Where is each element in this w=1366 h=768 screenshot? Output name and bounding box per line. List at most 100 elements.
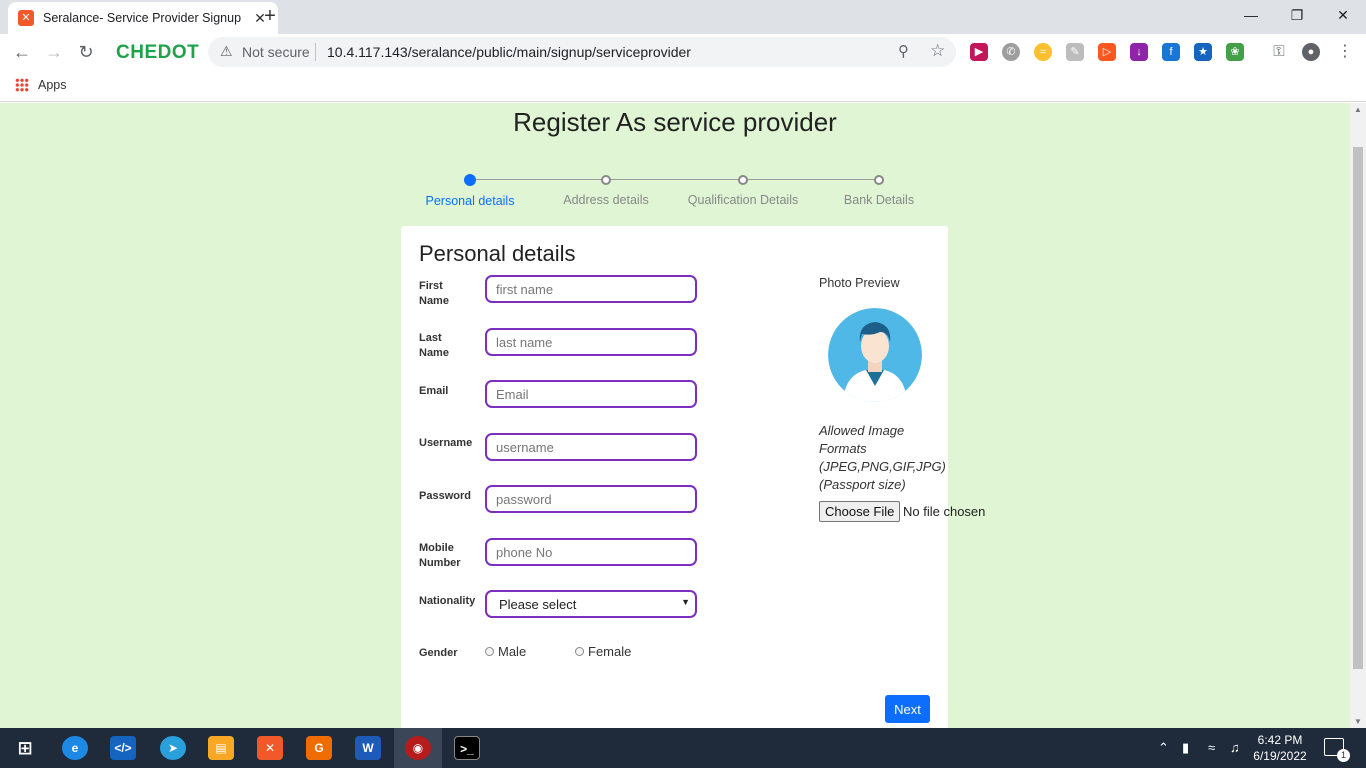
- first-name-input[interactable]: [485, 275, 697, 303]
- next-button[interactable]: Next: [885, 695, 930, 723]
- facebook-icon[interactable]: f: [1162, 43, 1180, 61]
- last-name-input[interactable]: [485, 328, 697, 356]
- apps-bookmark[interactable]: Apps: [38, 78, 67, 92]
- download-icon[interactable]: ↓: [1130, 43, 1148, 61]
- edge-icon[interactable]: e: [62, 736, 88, 760]
- chatgpt-icon[interactable]: ❀: [1226, 43, 1244, 61]
- step-dot-icon: [464, 174, 476, 186]
- browser-toolbar: ← → ↻ CHEDOT ⚠ Not secure 10.4.117.143/s…: [0, 34, 1366, 70]
- step-dot-icon: [738, 175, 748, 185]
- email-label: Email: [419, 385, 449, 397]
- dropdown-caret-icon: ▼: [681, 597, 690, 607]
- word-icon[interactable]: W: [355, 736, 381, 760]
- volume-icon[interactable]: ♫: [1230, 740, 1240, 755]
- user-avatar-icon: [828, 308, 922, 402]
- step-bank-details[interactable]: Bank Details: [809, 171, 949, 207]
- email-input[interactable]: [485, 380, 697, 408]
- back-icon[interactable]: ←: [10, 40, 34, 64]
- scroll-down-icon[interactable]: ▼: [1354, 717, 1362, 726]
- tab-title: Seralance- Service Provider Signup: [43, 11, 242, 25]
- apps-grid-icon[interactable]: [15, 78, 29, 92]
- address-divider: [315, 43, 316, 61]
- notification-center-icon[interactable]: 1: [1324, 738, 1350, 762]
- battery-icon[interactable]: ▮: [1182, 740, 1189, 756]
- video-icon[interactable]: ▷: [1098, 43, 1116, 61]
- page-viewport: Register As service provider Personal de…: [0, 103, 1366, 728]
- chedot-browser-icon[interactable]: ◉: [405, 736, 431, 760]
- clock-date: 6/19/2022: [1253, 749, 1307, 763]
- nationality-value: Please select: [499, 597, 577, 612]
- bookmarks-bar: Apps: [0, 70, 1366, 102]
- terminal-icon[interactable]: >_: [454, 736, 480, 760]
- bookmark-star-icon[interactable]: ☆: [930, 41, 945, 61]
- step-qualification-details[interactable]: Qualification Details: [673, 171, 813, 207]
- scrollbar-thumb[interactable]: [1353, 147, 1363, 669]
- file-explorer-icon[interactable]: ▤: [208, 736, 234, 760]
- restore-icon[interactable]: ❐: [1274, 0, 1320, 30]
- phone-input[interactable]: [485, 538, 697, 566]
- password-label: Password: [419, 490, 471, 502]
- step-label: Address details: [563, 193, 649, 207]
- last-name-label: Last Name: [419, 332, 449, 359]
- gender-label: Gender: [419, 647, 458, 659]
- browser-tab[interactable]: ✕ Seralance- Service Provider Signup ✕: [8, 2, 278, 34]
- browser-brand-logo: CHEDOT: [116, 42, 200, 63]
- form-heading: Personal details: [419, 241, 576, 266]
- whatsapp-icon[interactable]: ✆: [1002, 43, 1020, 61]
- address-bar[interactable]: ⚠ Not secure 10.4.117.143/seralance/publ…: [208, 37, 956, 67]
- gender-male-radio[interactable]: [485, 647, 494, 656]
- allowed-formats-text: Allowed Image Formats (JPEG,PNG,GIF,JPG)…: [819, 423, 946, 492]
- extension-icon[interactable]: ✎: [1066, 43, 1084, 61]
- page-scrollbar[interactable]: ▲ ▼: [1350, 103, 1366, 728]
- browser-titlebar: ✕ Seralance- Service Provider Signup ✕ +…: [0, 0, 1366, 34]
- tray-expand-icon[interactable]: ⌃: [1158, 740, 1169, 756]
- progress-stepper: Personal details Address details Qualifi…: [400, 171, 948, 211]
- reload-icon[interactable]: ↻: [74, 40, 98, 64]
- windows-taskbar: ⊞ e </> ➤ ▤ ✕ G W ◉ >_ ⌃ ▮ ≈ ♫ 6:42 PM 6…: [0, 728, 1366, 768]
- window-close-icon[interactable]: ✕: [1320, 0, 1366, 30]
- gender-female-label[interactable]: Female: [588, 644, 631, 659]
- messenger-icon[interactable]: ≈: [1034, 43, 1052, 61]
- new-tab-button[interactable]: +: [260, 6, 280, 28]
- telegram-icon[interactable]: ➤: [160, 736, 186, 760]
- password-input[interactable]: [485, 485, 697, 513]
- profile-avatar-icon[interactable]: ●: [1302, 43, 1320, 61]
- first-name-label: First Name: [419, 280, 449, 307]
- system-clock[interactable]: 6:42 PM 6/19/2022: [1252, 732, 1308, 764]
- xampp-icon[interactable]: ✕: [257, 736, 283, 760]
- choose-file-button[interactable]: Choose File: [819, 501, 901, 522]
- media-extension-icon[interactable]: ▶: [970, 43, 988, 61]
- security-label[interactable]: Not secure: [242, 44, 310, 60]
- warning-icon[interactable]: ⚠: [220, 43, 233, 60]
- nationality-label: Nationality: [419, 595, 476, 607]
- xampp-favicon-icon: ✕: [18, 10, 34, 26]
- clock-time: 6:42 PM: [1257, 733, 1303, 747]
- url-text[interactable]: 10.4.117.143/seralance/public/main/signu…: [327, 44, 691, 60]
- username-input[interactable]: [485, 433, 697, 461]
- windows-start-icon[interactable]: ⊞: [12, 736, 38, 760]
- no-file-chosen-text: No file chosen: [903, 504, 986, 519]
- scroll-up-icon[interactable]: ▲: [1354, 105, 1362, 114]
- key-icon[interactable]: ⚿: [1270, 43, 1288, 61]
- nationality-select[interactable]: Please select ▼: [485, 590, 697, 618]
- pdf-app-icon[interactable]: G: [306, 736, 332, 760]
- step-label: Personal details: [425, 194, 515, 208]
- gender-male-label[interactable]: Male: [498, 644, 526, 659]
- wifi-icon[interactable]: ≈: [1208, 740, 1215, 755]
- menu-icon[interactable]: ⋮: [1336, 43, 1354, 61]
- step-dot-icon: [874, 175, 884, 185]
- personal-details-card: Personal details First Name Last Name Em…: [401, 226, 985, 728]
- notification-count: 1: [1337, 749, 1350, 762]
- step-dot-icon: [601, 175, 611, 185]
- vscode-icon[interactable]: </>: [110, 736, 136, 760]
- step-label: Qualification Details: [687, 193, 799, 207]
- page-title: Register As service provider: [513, 107, 837, 137]
- forward-icon[interactable]: →: [42, 40, 66, 64]
- step-address-details[interactable]: Address details: [536, 171, 676, 207]
- step-personal-details[interactable]: Personal details: [400, 171, 540, 208]
- app-store-icon[interactable]: ★: [1194, 43, 1212, 61]
- photo-preview-title: Photo Preview: [819, 276, 900, 290]
- gender-female-radio[interactable]: [575, 647, 584, 656]
- minimize-icon[interactable]: —: [1228, 0, 1274, 30]
- zoom-icon[interactable]: ⚲: [898, 42, 909, 60]
